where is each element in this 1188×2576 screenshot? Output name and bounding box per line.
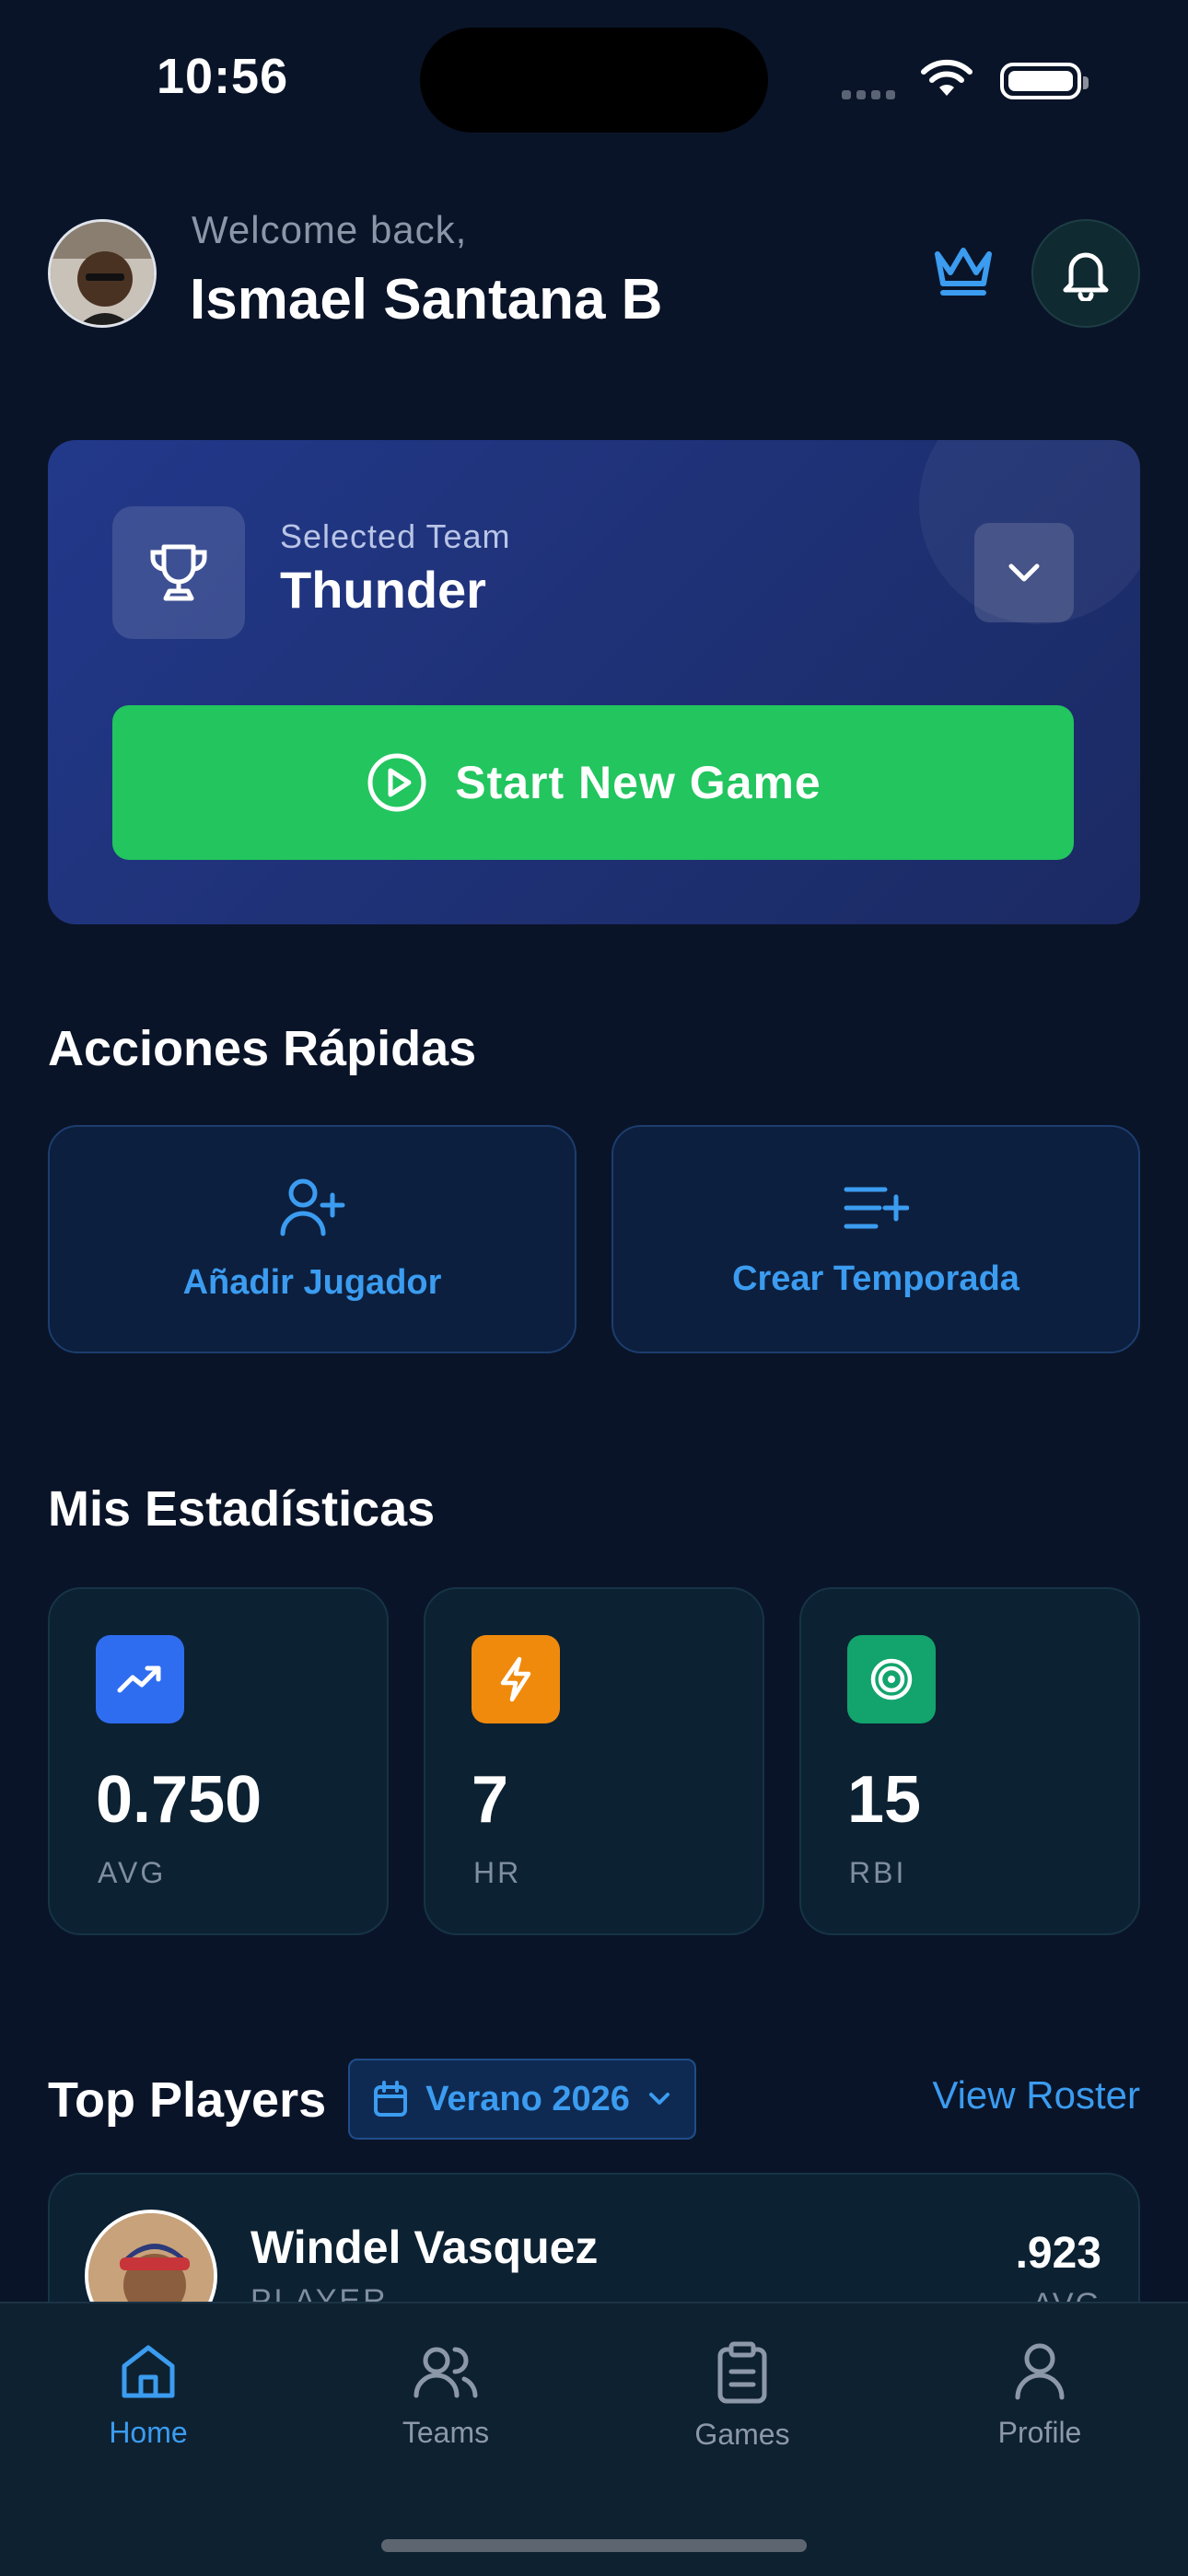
add-player-label: Añadir Jugador: [182, 1262, 442, 1302]
start-new-game-button[interactable]: Start New Game: [112, 705, 1074, 860]
stats-title: Mis Estadísticas: [48, 1481, 436, 1537]
dynamic-island: [420, 28, 768, 133]
list-plus-icon: [844, 1187, 909, 1228]
stat-label: AVG: [98, 1856, 167, 1889]
crown-icon[interactable]: [930, 241, 996, 303]
home-icon: [122, 2345, 175, 2398]
battery-icon: [1000, 63, 1089, 99]
play-circle-icon: [367, 753, 426, 812]
team-dropdown-button[interactable]: [974, 523, 1074, 622]
tab-profile[interactable]: Profile: [948, 2340, 1132, 2450]
clipboard-icon: [717, 2341, 767, 2404]
wifi-icon: [919, 59, 974, 104]
tab-label: Home: [109, 2416, 188, 2449]
cellular-signal-icon: [842, 87, 906, 99]
stat-value: 7: [472, 1763, 509, 1837]
player-avg: .923: [1015, 2229, 1101, 2278]
status-time: 10:56: [157, 49, 289, 104]
tab-label: Teams: [402, 2416, 490, 2449]
user-plus-icon: [280, 1178, 345, 1236]
season-selector[interactable]: Verano 2026: [348, 2059, 696, 2140]
stat-value: 15: [847, 1763, 922, 1837]
season-label: Verano 2026: [425, 2079, 630, 2118]
calendar-icon: [374, 2081, 408, 2117]
trending-up-icon: [96, 1635, 184, 1723]
trophy-icon: [112, 506, 245, 639]
tab-home[interactable]: Home: [56, 2340, 240, 2450]
tab-teams[interactable]: Teams: [354, 2340, 538, 2450]
user-name: Ismael Santana B: [190, 268, 663, 331]
top-players-title: Top Players: [48, 2072, 327, 2128]
add-player-button[interactable]: Añadir Jugador: [48, 1125, 577, 1353]
user-avatar[interactable]: [48, 219, 157, 328]
chevron-down-icon: [648, 2093, 670, 2105]
stat-card-hr: 7 HR: [424, 1587, 764, 1935]
bottom-tab-bar: Home Teams Games Profile: [0, 2302, 1188, 2576]
stat-value: 0.750: [96, 1763, 262, 1837]
chevron-down-icon: [1008, 563, 1040, 582]
player-name: Windel Vasquez: [250, 2222, 599, 2273]
selected-team-label: Selected Team: [280, 517, 511, 555]
zap-icon: [472, 1635, 560, 1723]
tab-label: Profile: [997, 2416, 1082, 2449]
home-indicator: [381, 2539, 807, 2552]
create-season-button[interactable]: Crear Temporada: [611, 1125, 1140, 1353]
stat-label: HR: [473, 1856, 522, 1889]
user-icon: [1015, 2343, 1065, 2400]
bell-icon: [1063, 252, 1109, 301]
welcome-text: Welcome back,: [192, 208, 468, 251]
team-name: Thunder: [280, 561, 486, 619]
selected-team-card: Selected Team Thunder Start New Game: [48, 440, 1140, 924]
quick-actions-title: Acciones Rápidas: [48, 1021, 477, 1076]
view-roster-link[interactable]: View Roster: [932, 2073, 1140, 2118]
users-icon: [413, 2347, 478, 2398]
tab-games[interactable]: Games: [650, 2340, 834, 2452]
notifications-button[interactable]: [1031, 219, 1140, 328]
create-season-label: Crear Temporada: [732, 1259, 1019, 1298]
start-new-game-label: Start New Game: [455, 757, 821, 808]
stat-label: RBI: [849, 1856, 907, 1889]
stat-card-rbi: 15 RBI: [799, 1587, 1140, 1935]
stat-card-avg: 0.750 AVG: [48, 1587, 389, 1935]
tab-label: Games: [694, 2418, 790, 2451]
target-icon: [847, 1635, 936, 1723]
